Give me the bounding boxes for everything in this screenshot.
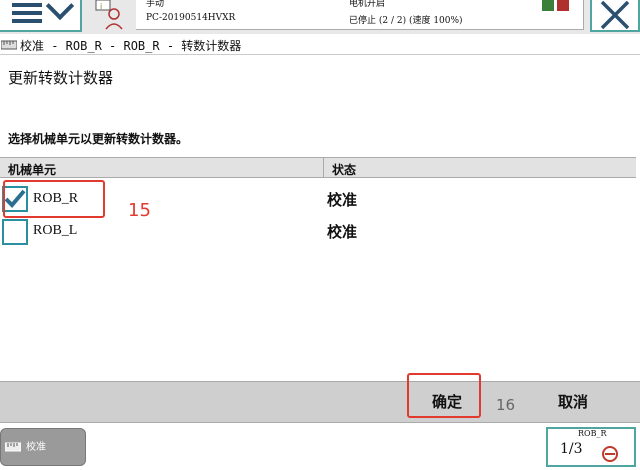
table-row-status: 校准 [327,191,358,209]
table-row-unit[interactable]: ROB_L [33,223,77,239]
status-panel[interactable]: 手动 PC-20190514HVXR 电机开启 已停止 (2 / 2) (速度 … [136,0,584,30]
table-row-status: 校准 [327,223,358,241]
breadcrumb: 校准 - ROB_R - ROB_R - 转数计数器 [20,39,242,53]
taskbar [0,424,640,470]
annotation-number: 16 [496,396,516,414]
column-header-status: 状态 [332,163,357,177]
table-header [0,157,636,178]
close-button[interactable] [590,0,640,32]
annotation-highlight-box [407,373,481,418]
column-header-unit: 机械单元 [8,163,57,177]
robot-status-icon [542,0,569,11]
annotation-number: 15 [128,200,151,221]
page-title: 更新转数计数器 [8,69,114,87]
cancel-button[interactable]: 取消 [540,382,606,420]
event-log-icon[interactable]: i [92,0,128,30]
annotation-highlight-box [3,180,105,218]
program-state: 已停止 (2 / 2) (速度 100%) [349,16,463,26]
operating-mode: 手动 [146,0,165,9]
column-divider [323,157,324,178]
menu-icon [12,3,42,7]
speed-icon [602,446,618,462]
quickset-mech-unit: ROB_R [578,429,607,438]
system-name: PC-20190514HVXR [146,13,236,23]
row-checkbox-rob-l[interactable] [2,219,28,245]
main-menu-button[interactable] [0,0,82,32]
svg-text:i: i [100,2,102,11]
menu-icon-line [12,11,42,15]
taskbar-item-label: 校准 [26,442,46,453]
calibration-icon [1,40,17,50]
calibration-icon [5,442,21,452]
instruction-text: 选择机械单元以更新转数计数器。 [8,132,189,146]
chevron-down-icon [45,0,75,21]
motor-state: 电机开启 [349,0,386,9]
close-icon [600,0,630,30]
menu-icon-line [12,19,42,23]
quickset-task-fraction: 1/3 [560,441,583,457]
